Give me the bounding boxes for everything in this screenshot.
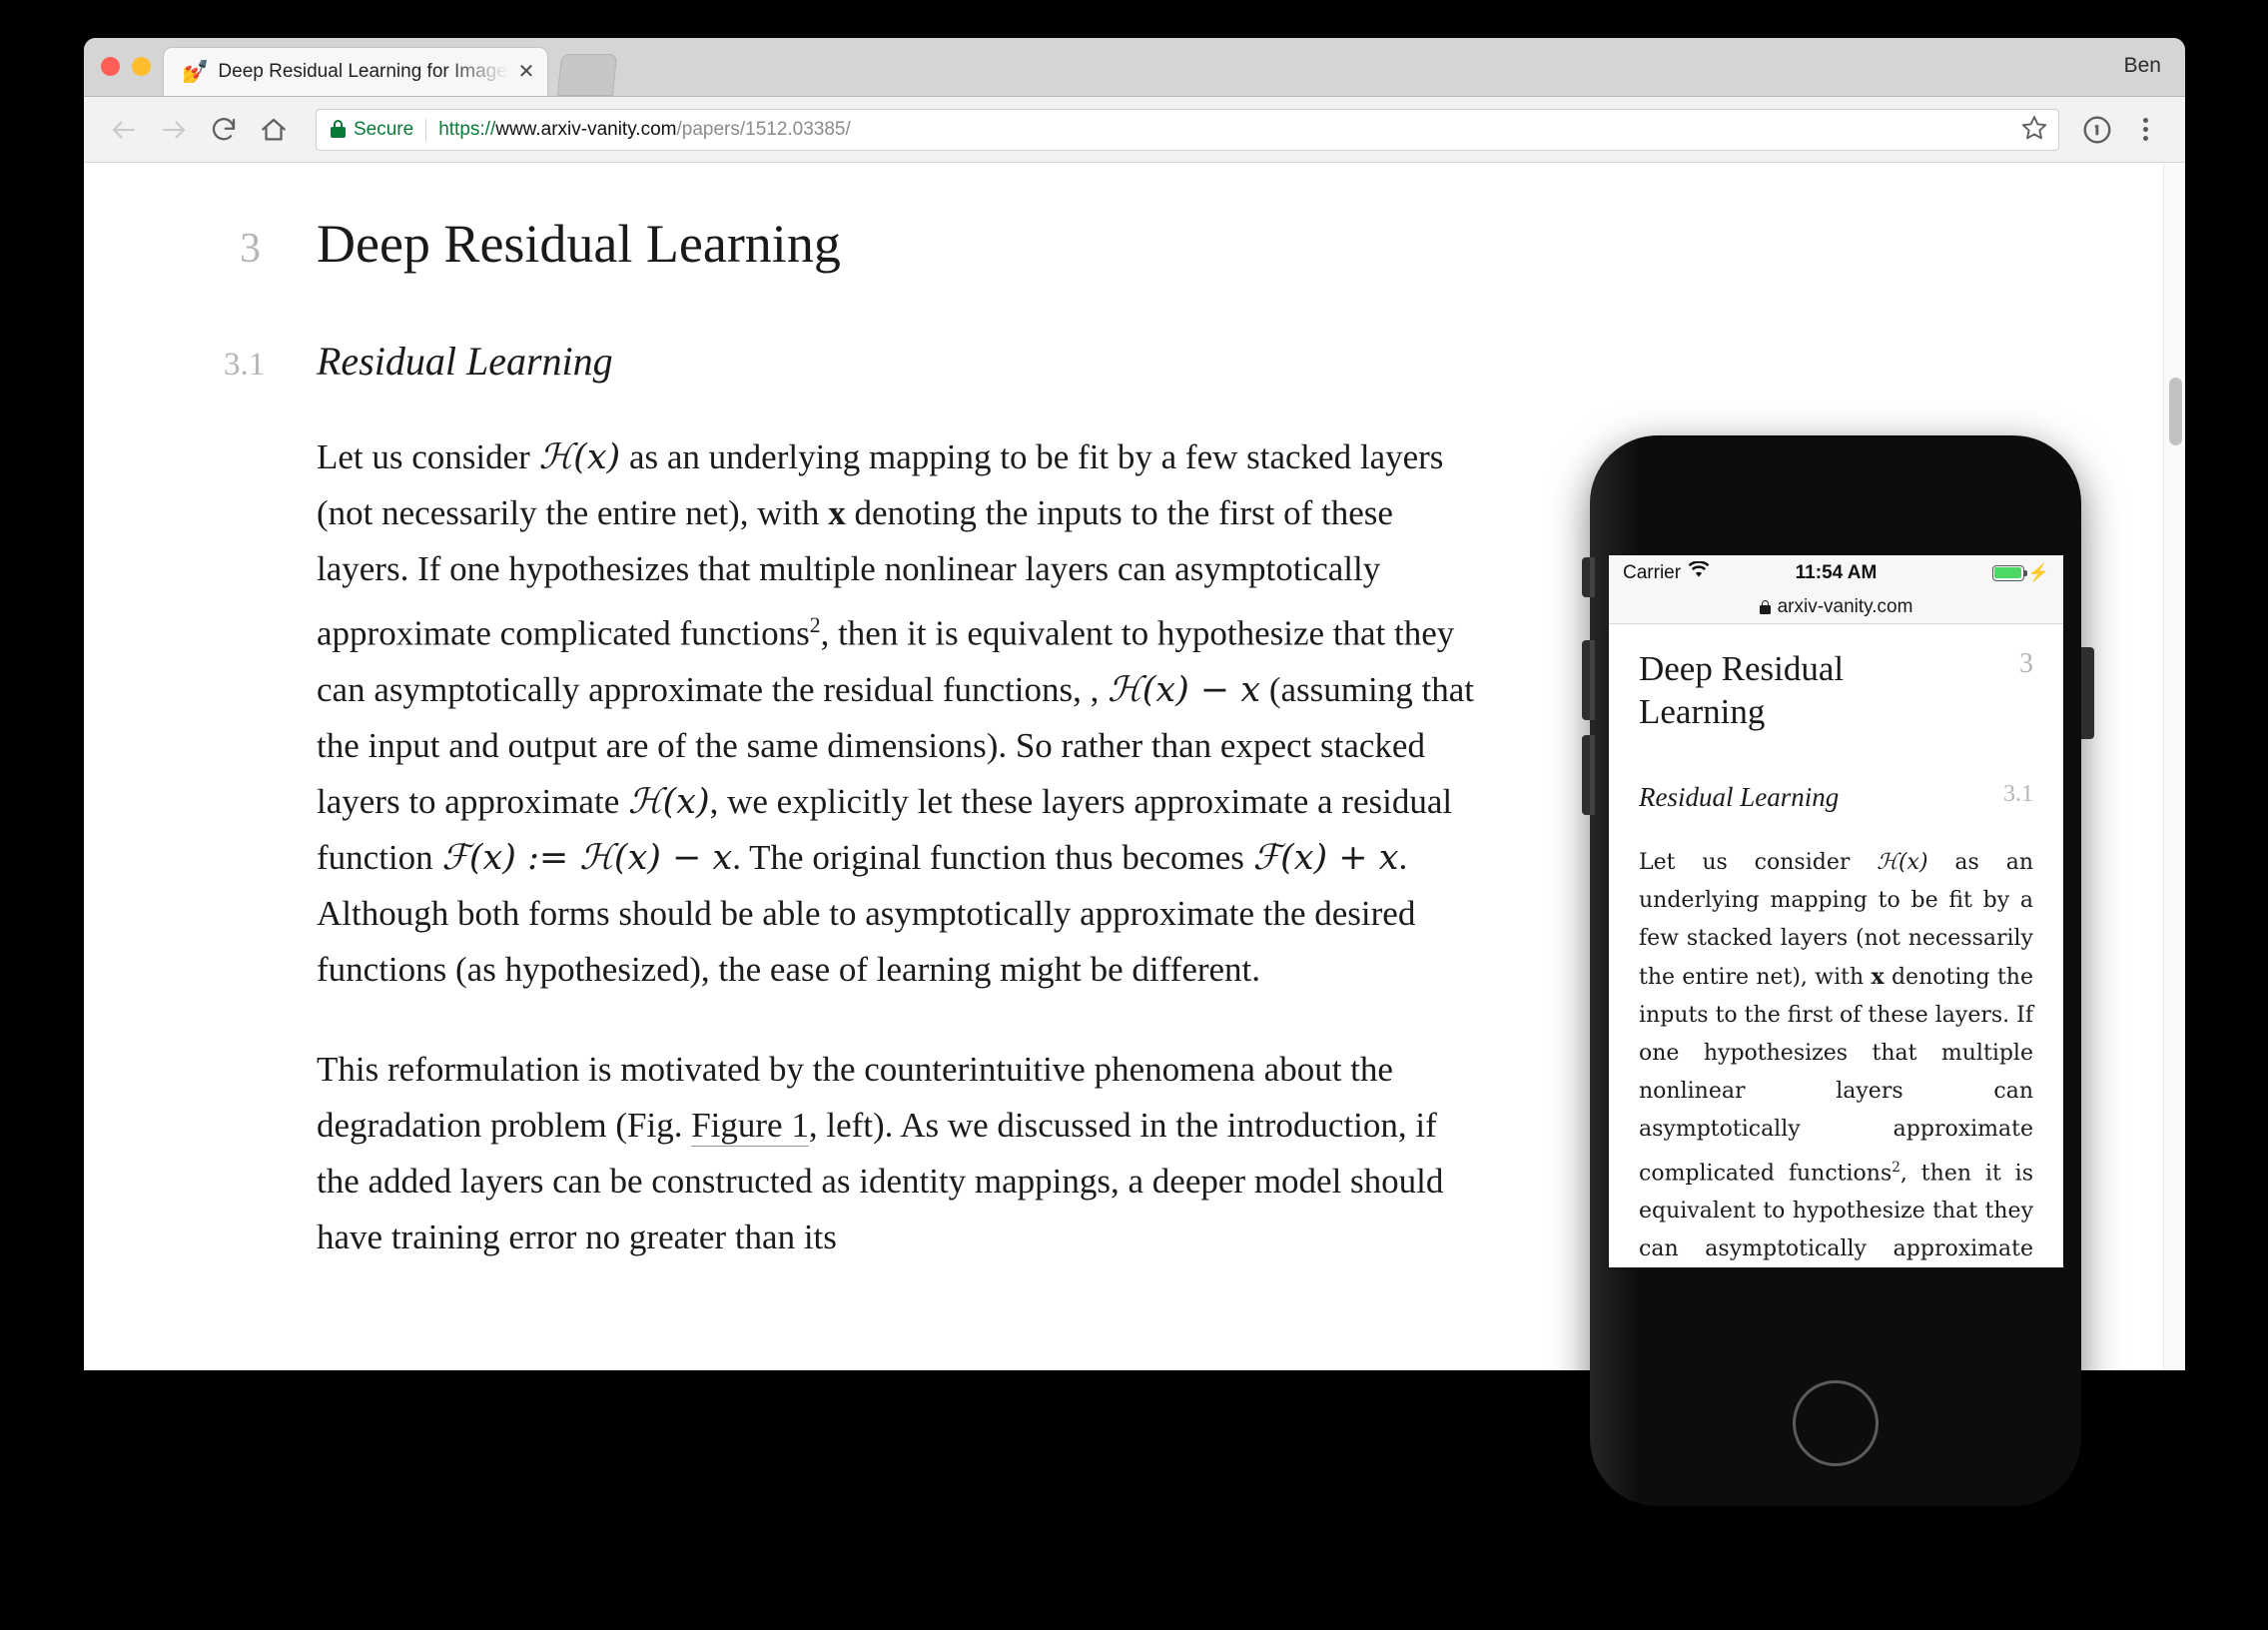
tab-favicon-nail-polish-icon: 💅 xyxy=(182,59,210,84)
mobile-url-domain: arxiv-vanity.com xyxy=(1777,595,1913,617)
power-button[interactable] xyxy=(2081,647,2094,739)
tab-title: Deep Residual Learning for Image Recogni… xyxy=(218,61,509,82)
p1-math-f-plus-x: ℱ(x) + x xyxy=(1252,838,1399,879)
paragraph-2: This reformulation is motivated by the c… xyxy=(317,1042,1487,1265)
onepassword-icon[interactable] xyxy=(2075,108,2119,152)
mobile-address-bar[interactable]: arxiv-vanity.com xyxy=(1609,590,2063,624)
mobile-paragraph-1: Let us consider ℋ(x) as an underlying ma… xyxy=(1639,844,2033,1267)
browser-tab-active[interactable]: 💅 Deep Residual Learning for Image Recog… xyxy=(163,47,548,96)
p1-math-h-of-x: ℋ(x) xyxy=(538,437,621,478)
lock-icon xyxy=(331,120,346,139)
status-bar-left: Carrier xyxy=(1623,560,1710,584)
reload-icon[interactable] xyxy=(202,108,246,152)
three-dot-menu-icon[interactable] xyxy=(2123,108,2167,152)
section-heading-row: 3 Deep Residual Learning xyxy=(224,214,1532,274)
p1-math-bold-x: x xyxy=(828,493,846,533)
mobile-page-content: Deep Residual Learning 3 Residual Learni… xyxy=(1609,624,2063,1267)
section-number: 3 xyxy=(240,226,261,272)
browser-toolbar: Secure https://www.arxiv-vanity.com/pape… xyxy=(84,97,2185,163)
subsection-number: 3.1 xyxy=(224,347,266,384)
page-scrollbar[interactable] xyxy=(2163,163,2185,1370)
p1-text-g: . The original function thus becomes xyxy=(732,838,1253,878)
mute-switch[interactable] xyxy=(1582,557,1595,597)
carrier-label: Carrier xyxy=(1623,561,1682,583)
status-bar-right: ⚡ xyxy=(1991,563,2049,582)
p1-math-h-minus-x: ℋ(x) − x xyxy=(1108,670,1261,711)
mp-text-a: Let us consider xyxy=(1639,849,1878,875)
subsection-title: Residual Learning xyxy=(317,339,613,385)
new-tab-button[interactable] xyxy=(556,54,618,96)
phone-screen: Carrier 11:54 AM ⚡ arxiv-vanity.com Deep… xyxy=(1609,555,2063,1267)
secure-label: Secure xyxy=(354,118,414,140)
page-title: Deep Residual Learning xyxy=(317,214,841,274)
tab-strip: 💅 Deep Residual Learning for Image Recog… xyxy=(84,38,2185,97)
charging-bolt-icon: ⚡ xyxy=(2027,563,2049,582)
address-bar[interactable]: Secure https://www.arxiv-vanity.com/pape… xyxy=(316,108,2059,151)
p1-footnote-marker: 2 xyxy=(809,613,821,638)
home-icon[interactable] xyxy=(252,108,296,152)
mobile-section-heading-row: Deep Residual Learning 3 xyxy=(1639,648,2033,733)
home-button-icon[interactable] xyxy=(1793,1380,1879,1466)
ios-status-bar: Carrier 11:54 AM ⚡ xyxy=(1609,555,2063,590)
url-scheme: https:// xyxy=(438,118,496,140)
url-path: /papers/1512.03385/ xyxy=(676,118,851,140)
figure-1-link[interactable]: Figure 1 xyxy=(691,1106,809,1148)
tab-close-icon[interactable]: ✕ xyxy=(515,61,537,83)
paragraph-1: Let us consider ℋ(x) as an underlying ma… xyxy=(317,429,1487,998)
volume-down-button[interactable] xyxy=(1582,735,1595,815)
screenshot-stage: 💅 Deep Residual Learning for Image Recog… xyxy=(0,0,2268,1630)
lock-icon xyxy=(1759,599,1771,614)
scrollbar-thumb[interactable] xyxy=(2169,378,2182,445)
mobile-subsection-title: Residual Learning xyxy=(1639,782,1840,813)
p1-math-h-of-x-2: ℋ(x) xyxy=(627,782,710,823)
minimize-window-button[interactable] xyxy=(132,57,151,76)
mp-text-c: denoting the inputs to the first of thes… xyxy=(1639,964,2033,1187)
mobile-section-number: 3 xyxy=(2019,648,2033,679)
p1-math-f-def: ℱ(x) := ℋ(x) − x xyxy=(441,838,733,879)
forward-arrow-icon[interactable] xyxy=(152,108,196,152)
mp-footnote-marker: 2 xyxy=(1891,1159,1900,1176)
mp-math-bold-x: x xyxy=(1871,963,1885,990)
mobile-subsection-number: 3.1 xyxy=(2003,781,2033,808)
mobile-page-title: Deep Residual Learning xyxy=(1639,649,1845,731)
subsection-heading-row: 3.1 Residual Learning xyxy=(224,340,1532,384)
battery-full-icon xyxy=(1991,564,2027,581)
profile-name-label[interactable]: Ben xyxy=(2124,54,2161,78)
bookmark-star-icon[interactable] xyxy=(2020,113,2048,146)
mp-math-h-of-x: ℋ(x) xyxy=(1877,849,1928,875)
p1-text-a: Let us consider xyxy=(317,437,539,477)
wifi-icon xyxy=(1688,560,1710,584)
document-column: 3 Deep Residual Learning 3.1 Residual Le… xyxy=(224,214,1532,1265)
url-host: www.arxiv-vanity.com xyxy=(495,118,677,140)
volume-up-button[interactable] xyxy=(1582,640,1595,720)
close-window-button[interactable] xyxy=(101,57,120,76)
document-body: Let us consider ℋ(x) as an underlying ma… xyxy=(317,429,1487,1265)
omnibox-divider xyxy=(425,118,427,141)
phone-mockup: Carrier 11:54 AM ⚡ arxiv-vanity.com Deep… xyxy=(1574,435,2097,1506)
mobile-subsection-heading-row: Residual Learning 3.1 xyxy=(1639,781,2033,813)
url-text: https://www.arxiv-vanity.com/papers/1512… xyxy=(438,119,851,141)
back-arrow-icon[interactable] xyxy=(102,108,146,152)
